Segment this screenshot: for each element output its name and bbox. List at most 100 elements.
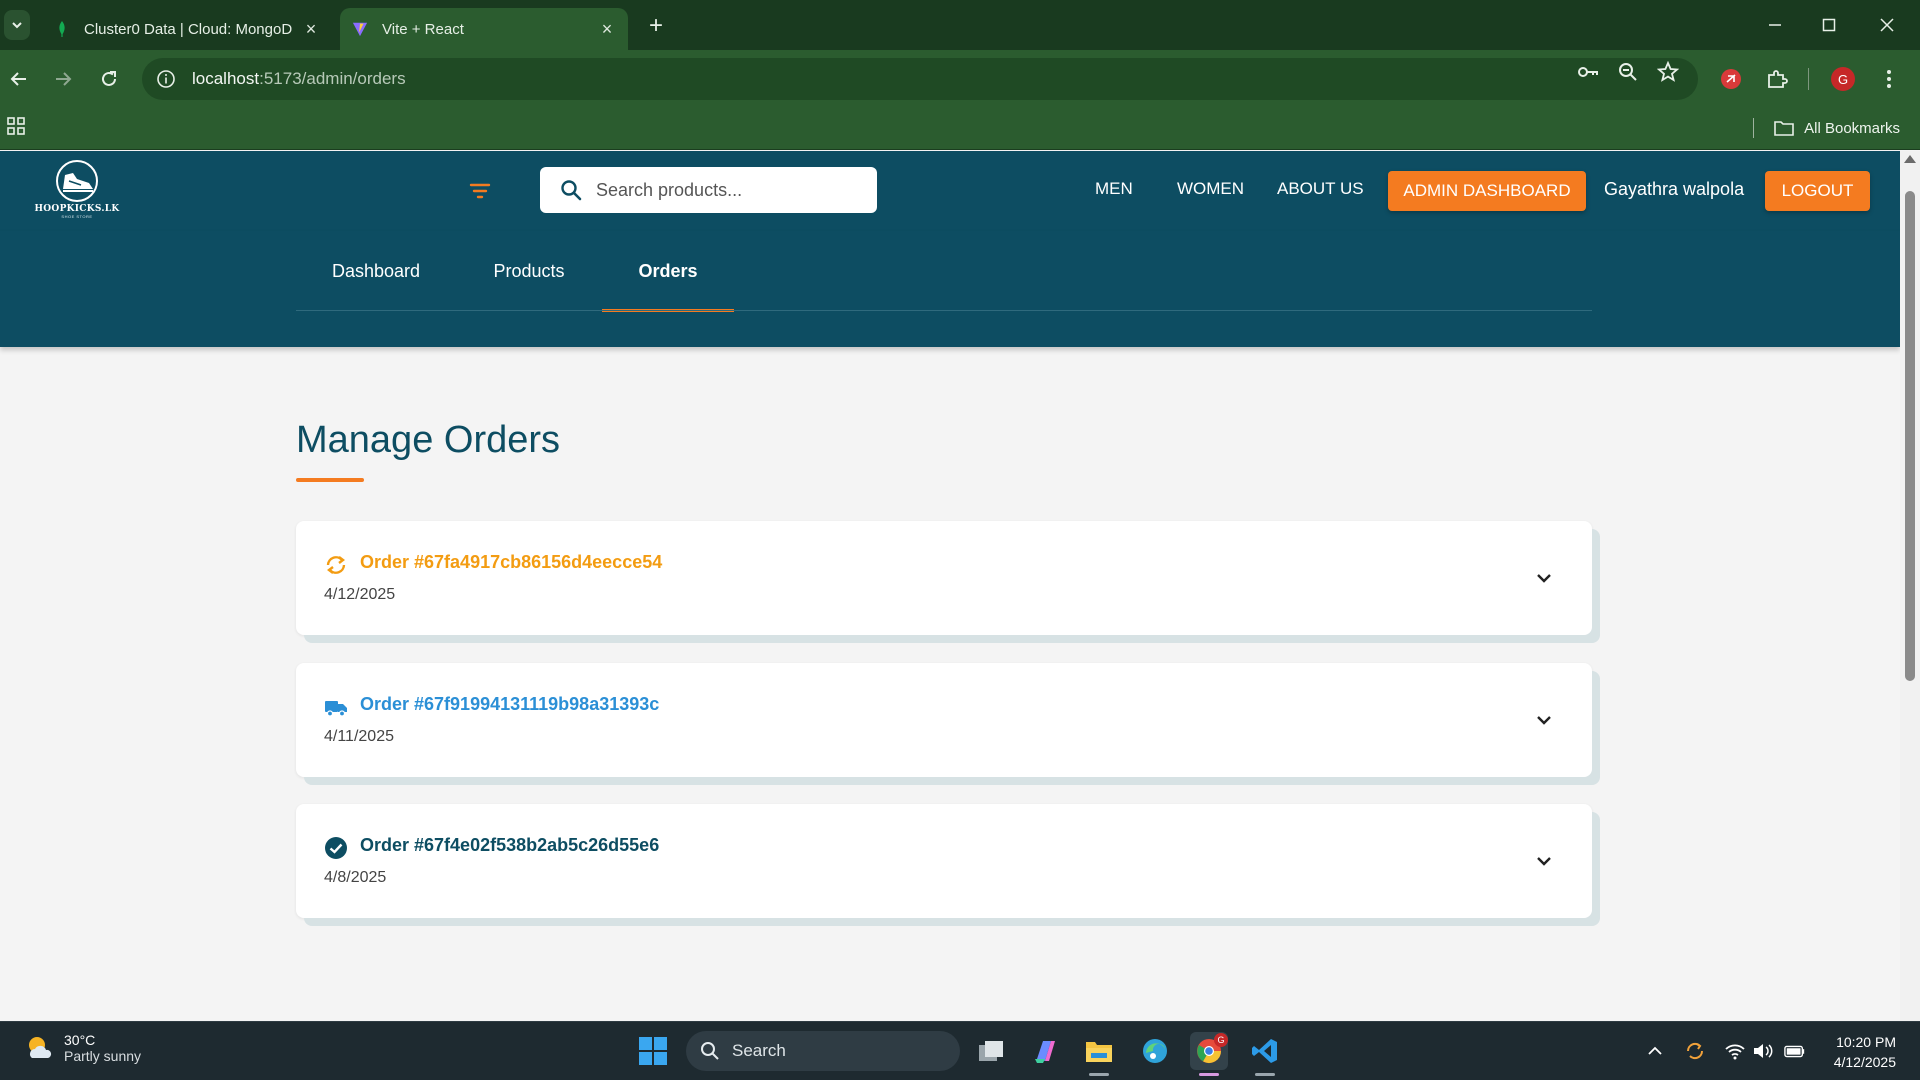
- close-icon: [1880, 18, 1894, 32]
- page-viewport: HOOPKICKS.LK SHOE STORE MEN WOMEN ABOUT …: [0, 151, 1900, 1021]
- clock-date: 4/12/2025: [1833, 1054, 1896, 1070]
- browser-toolbar: localhost:5173/admin/orders G: [0, 50, 1920, 108]
- scrollbar-thumb[interactable]: [1905, 191, 1915, 681]
- apps-grid-icon[interactable]: [6, 116, 28, 138]
- url-host: localhost: [192, 69, 260, 88]
- user-name: Gayathra walpola: [1604, 179, 1745, 199]
- tabs-divider: [296, 310, 1592, 311]
- bookmarks-bar: All Bookmarks: [0, 108, 1920, 150]
- taskbar-search[interactable]: Search: [686, 1031, 960, 1071]
- tab-orders-label: Orders: [638, 260, 698, 281]
- forward-button[interactable]: [46, 62, 80, 96]
- all-bookmarks-label: All Bookmarks: [1804, 119, 1900, 137]
- bookmark-star-icon[interactable]: [1656, 60, 1680, 84]
- logo-subtitle: SHOE STORE: [61, 214, 93, 219]
- edge-icon[interactable]: [1136, 1032, 1174, 1070]
- tab-orders[interactable]: Orders: [602, 231, 734, 312]
- search-input[interactable]: [596, 179, 856, 201]
- product-search[interactable]: [540, 167, 877, 213]
- windows-start-icon[interactable]: [638, 1036, 668, 1066]
- battery-icon[interactable]: [1784, 1040, 1806, 1062]
- tab-title: Cluster0 Data | Cloud: MongoD: [84, 20, 293, 38]
- taskbar-search-label: Search: [732, 1041, 786, 1060]
- order-card[interactable]: Order #67f91994131119b98a31393c 4/11/202…: [296, 663, 1592, 777]
- close-icon[interactable]: ×: [302, 19, 320, 39]
- tab-dashboard-label: Dashboard: [331, 260, 421, 281]
- order-card[interactable]: Order #67fa4917cb86156d4eecce54 4/12/202…: [296, 521, 1592, 635]
- back-button[interactable]: [2, 62, 36, 96]
- title-accent-bar: [296, 478, 364, 482]
- chrome-profile-badge: G: [1214, 1033, 1228, 1047]
- browser-tab-bar: Cluster0 Data | Cloud: MongoD × Vite + R…: [0, 0, 1920, 50]
- vscode-icon[interactable]: [1246, 1032, 1284, 1076]
- reload-button[interactable]: [92, 62, 126, 96]
- folder-icon: [1774, 120, 1794, 136]
- minimize-button[interactable]: [1752, 8, 1798, 42]
- browser-tab-mongodb[interactable]: Cluster0 Data | Cloud: MongoD ×: [42, 8, 332, 50]
- zoom-icon[interactable]: [1616, 60, 1640, 84]
- order-title: Order #67fa4917cb86156d4eecce54: [360, 552, 663, 572]
- arrow-right-icon: [56, 72, 72, 86]
- all-bookmarks-button[interactable]: All Bookmarks: [1753, 114, 1900, 142]
- task-view-icon[interactable]: [972, 1032, 1010, 1070]
- volume-icon[interactable]: [1752, 1040, 1774, 1062]
- extensions-puzzle-icon[interactable]: [1760, 62, 1794, 96]
- bookmarks-divider: [1753, 118, 1755, 138]
- chrome-icon[interactable]: G: [1190, 1032, 1228, 1076]
- vite-logo-icon: [352, 21, 368, 37]
- new-tab-button[interactable]: +: [642, 12, 670, 40]
- truck-icon: [325, 701, 347, 717]
- close-icon[interactable]: ×: [598, 19, 616, 39]
- profile-initial: G: [1831, 67, 1855, 91]
- file-explorer-icon[interactable]: [1080, 1032, 1118, 1076]
- running-indicator: [1255, 1073, 1275, 1076]
- running-indicator: [1089, 1073, 1109, 1076]
- filter-icon[interactable]: [468, 179, 492, 203]
- site-info-icon[interactable]: [154, 67, 178, 91]
- close-window-button[interactable]: [1864, 8, 1910, 42]
- tab-dashboard[interactable]: Dashboard: [296, 231, 456, 311]
- maximize-icon: [1822, 18, 1836, 32]
- system-clock[interactable]: 10:20 PM 4/12/2025: [1834, 1032, 1896, 1072]
- nav-women[interactable]: WOMEN: [1177, 179, 1244, 199]
- search-icon: [701, 1042, 719, 1060]
- chevron-down-icon[interactable]: [1534, 851, 1554, 871]
- mongodb-leaf-icon: [54, 21, 70, 37]
- nav-men[interactable]: MEN: [1095, 179, 1133, 199]
- chevron-down-icon[interactable]: [1534, 568, 1554, 588]
- admin-dashboard-button[interactable]: ADMIN DASHBOARD: [1388, 171, 1586, 211]
- url-path: :5173/admin/orders: [259, 69, 406, 88]
- page-scrollbar[interactable]: [1900, 151, 1920, 1021]
- site-header: HOOPKICKS.LK SHOE STORE MEN WOMEN ABOUT …: [0, 151, 1900, 231]
- wifi-icon[interactable]: [1724, 1040, 1746, 1062]
- page-title: Manage Orders: [296, 419, 561, 461]
- copilot-icon[interactable]: [1026, 1032, 1064, 1070]
- weather-widget[interactable]: 30°C Partly sunny: [24, 1032, 141, 1064]
- password-key-icon[interactable]: [1576, 60, 1600, 84]
- nav-about-us[interactable]: ABOUT US: [1277, 179, 1364, 199]
- sneaker-logo-icon: [56, 160, 98, 202]
- logout-button[interactable]: LOGOUT: [1765, 171, 1870, 211]
- partly-sunny-icon: [29, 1037, 52, 1058]
- browser-tab-vite[interactable]: Vite + React ×: [340, 8, 628, 50]
- check-circle-icon: [325, 837, 347, 859]
- more-menu-icon[interactable]: [1872, 62, 1906, 96]
- tab-products-label: Products: [493, 260, 565, 281]
- profile-avatar[interactable]: G: [1826, 62, 1860, 96]
- reload-icon: [102, 71, 116, 86]
- chevron-up-icon[interactable]: [1644, 1040, 1666, 1062]
- address-bar[interactable]: localhost:5173/admin/orders: [142, 58, 1698, 100]
- toolbar-divider: [1808, 68, 1809, 90]
- order-date: 4/11/2025: [324, 728, 394, 745]
- site-logo[interactable]: HOOPKICKS.LK SHOE STORE: [34, 159, 119, 223]
- chevron-down-icon[interactable]: [1534, 710, 1554, 730]
- search-icon: [561, 180, 582, 201]
- sync-icon[interactable]: [1684, 1040, 1706, 1062]
- tab-search-button[interactable]: [4, 10, 30, 40]
- maximize-button[interactable]: [1806, 8, 1852, 42]
- order-card[interactable]: Order #67f4e02f538b2ab5c26d55e6 4/8/2025: [296, 804, 1592, 918]
- extension-red-icon[interactable]: [1714, 62, 1748, 96]
- order-date: 4/8/2025: [324, 869, 387, 886]
- tab-products[interactable]: Products: [456, 231, 602, 311]
- scroll-up-arrow-icon[interactable]: [1904, 155, 1916, 163]
